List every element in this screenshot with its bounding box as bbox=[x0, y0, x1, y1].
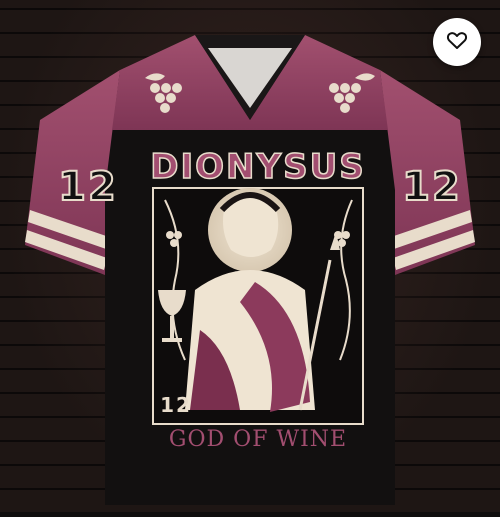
chest-number: 12 bbox=[160, 393, 192, 417]
jersey-illustration: DIONYSUS 12 12 12 GOD OF WINE bbox=[25, 35, 475, 505]
favorite-button[interactable] bbox=[433, 18, 481, 66]
jersey-subtitle: GOD OF WINE bbox=[169, 427, 347, 452]
right-sleeve-number: 12 bbox=[402, 164, 462, 210]
heart-icon bbox=[445, 28, 469, 57]
product-image: DIONYSUS 12 12 12 GOD OF WINE bbox=[0, 0, 500, 512]
jersey-title: DIONYSUS bbox=[150, 147, 365, 187]
left-sleeve-number: 12 bbox=[58, 164, 118, 210]
